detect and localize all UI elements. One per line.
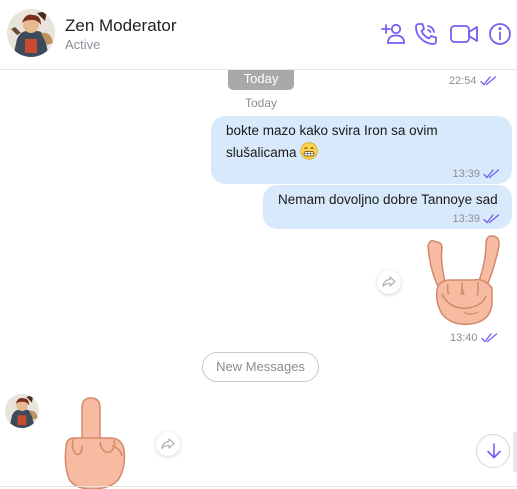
video-icon[interactable] xyxy=(449,21,479,47)
time-text: 22:54 xyxy=(449,75,477,87)
scrollbar[interactable] xyxy=(513,432,517,472)
message-meta: 13:39 xyxy=(452,213,500,225)
sender-avatar[interactable] xyxy=(5,394,39,428)
message-text: Nemam dovoljno dobre Tannoye sad xyxy=(278,192,498,207)
contact-avatar[interactable] xyxy=(7,9,55,57)
read-ticks-icon xyxy=(479,76,497,86)
message-list[interactable]: Today Today 22:54 bokte mazo kako svira … xyxy=(0,70,517,489)
phone-icon[interactable] xyxy=(413,21,439,47)
forward-button[interactable] xyxy=(156,432,180,456)
previous-message-time: 22:54 xyxy=(449,75,497,87)
grinning-face-emoji-icon xyxy=(299,142,318,160)
read-ticks-icon xyxy=(483,169,500,179)
composer-divider xyxy=(0,486,517,487)
outgoing-message-bubble[interactable]: bokte mazo kako svira Iron sa ovim sluša… xyxy=(211,116,512,184)
new-messages-separator: New Messages xyxy=(202,352,319,382)
rock-on-hand-sticker[interactable] xyxy=(420,232,508,328)
message-time: 13:39 xyxy=(452,213,480,225)
read-ticks-icon xyxy=(480,333,498,343)
forward-button[interactable] xyxy=(377,270,401,294)
message-time: 13:40 xyxy=(450,332,478,344)
sticky-date-pill: Today xyxy=(228,70,294,90)
outgoing-message-bubble[interactable]: Nemam dovoljno dobre Tannoye sad 13:39 xyxy=(263,185,512,229)
info-icon[interactable] xyxy=(488,21,514,47)
message-text: bokte mazo kako svira Iron sa ovim sluša… xyxy=(226,123,438,160)
contact-name[interactable]: Zen Moderator xyxy=(65,16,177,36)
middle-finger-sticker[interactable] xyxy=(52,396,132,489)
viber-chat-window: Zen Moderator Active Today Today 22:54 b… xyxy=(0,0,517,489)
add-contact-icon[interactable] xyxy=(380,21,406,47)
message-time: 13:39 xyxy=(452,168,480,180)
chat-header: Zen Moderator Active xyxy=(0,0,517,70)
read-ticks-icon xyxy=(483,214,500,224)
sticker-meta: 13:40 xyxy=(450,332,498,344)
date-separator: Today xyxy=(244,96,278,110)
message-meta: 13:39 xyxy=(452,168,500,180)
scroll-to-bottom-button[interactable] xyxy=(476,434,510,468)
contact-status: Active xyxy=(65,37,101,52)
